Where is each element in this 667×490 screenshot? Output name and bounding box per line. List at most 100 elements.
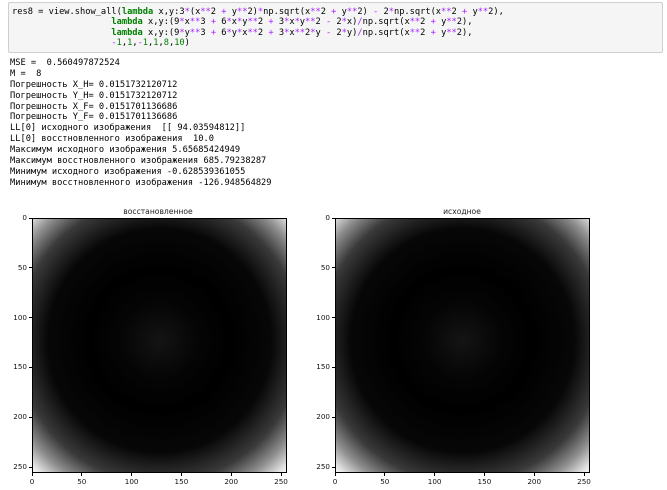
x-tick-label: 100 [427,477,442,486]
image-restored [32,218,287,473]
subplot-title-original: исходное [443,207,481,216]
code-token: y [336,7,347,17]
output-line: LL[0] восстновленного изображения 10.0 [10,134,214,145]
code-token: y [435,27,447,38]
y-tick-label: 0 [22,213,27,222]
code-token: 2) [357,7,374,17]
y-tick-label: 50 [320,262,330,272]
y-tick-mark [332,217,335,219]
y-tick-mark [29,217,32,219]
code-token: 6 [216,17,227,28]
code-token: lambda [121,7,154,17]
x-tick-mark [533,473,535,476]
code-token: ** [247,17,258,28]
output-line: MSE = 0.560497872524 [10,58,120,68]
output-line: Погрешность Y_H= 0.0151732120712 [10,90,178,101]
output-line: LL[0] исходного изображения [[ 94.035948… [10,123,246,134]
code-token: ** [409,27,421,38]
x-tick-mark [583,473,585,476]
output-line: Погрешность X_H= 0.0151732120712 [10,79,178,90]
y-tick-label: 200 [316,412,330,422]
code-token: y [467,7,478,17]
image-restored-pixels [33,219,286,472]
code-token: 2 [257,27,269,38]
code-token: 2) [247,7,258,17]
image-original-pixels [336,219,589,472]
code-token: ** [346,7,358,17]
code-token: ** [477,7,489,17]
code-token: ** [294,27,306,38]
image-original [335,218,590,473]
y-tick-mark [29,317,32,319]
code-token: 2 [315,17,326,28]
code-line: res8 = view.show_all(lambda x,y:3*(x**2 … [12,7,662,17]
code-token: ) [184,38,190,49]
x-tick-label: 250 [274,477,288,486]
y-tick-label: 200 [13,412,27,422]
code-token: np.sqrt(x [393,7,442,17]
x-tick-label: 50 [77,477,87,486]
code-token: ** [189,27,201,38]
output-line: Минимум восстновленного изображения -126… [10,177,272,188]
code-token: ** [409,17,421,28]
x-tick-mark [384,473,386,476]
y-tick-mark [332,416,335,418]
code-token: ** [446,27,457,38]
code-token: 2), [456,27,473,38]
code-token: np.sqrt(x [263,7,311,17]
x-tick-label: 0 [29,477,35,486]
x-tick-label: 150 [174,477,189,486]
x-tick-label: 0 [332,477,338,486]
subplot-title-restored: восстановленное [123,207,193,216]
y-tick-mark [29,366,32,368]
x-tick-mark [334,473,336,476]
code-token: 2 [451,7,462,17]
y-tick-label: 150 [316,362,330,372]
y-tick-mark [29,416,32,418]
x-tick-mark [434,473,436,476]
output-line: Погрешность Y_F= 0.0151701136686 [10,112,178,123]
code-token: 6 [216,27,227,38]
y-tick-label: 100 [316,312,330,322]
cell-output: MSE = 0.560497872524 M = 8 Погрешность X_H… [10,58,660,189]
x-tick-label: 250 [577,477,591,486]
code-line: lambda x,y:(9*y**3 + 6*y*x**2 + 3*x**2*y… [12,28,662,38]
output-line: Минимум исходного изображения -0.6285393… [10,166,246,177]
code-token: 2 [331,17,342,28]
y-tick-mark [29,267,32,269]
code-token: ** [236,7,248,17]
figure-output: восстановленное исходное 0 50 100 150 200 250… [0,205,667,490]
x-tick-mark [180,473,182,476]
code-token: y [226,7,237,17]
code-token: 2 [420,27,431,38]
x-tick-mark [483,473,485,476]
code-token: res8 = view.show_all( [12,7,122,17]
y-tick-label: 0 [325,213,330,222]
code-token: 2 [210,7,222,17]
y-tick-label: 50 [17,262,27,272]
y-tick-mark [332,267,335,269]
output-line: Погрешность X_F= 0.0151701136686 [10,101,178,112]
x-tick-label: 200 [527,477,542,486]
x-tick-mark [230,473,232,476]
y-tick-label: 150 [13,362,27,372]
code-line: -1,1,-1,1,8,10) [12,38,662,48]
output-line: Максимум восстновленного изображения 685… [10,156,267,167]
x-tick-label: 200 [224,477,239,486]
x-tick-label: 100 [124,477,139,486]
code-token: y [315,27,326,38]
y-tick-mark [332,317,335,319]
code-token: ** [305,17,316,28]
code-token: 3 [200,17,211,28]
code-token: x,y:(9 [142,27,180,38]
code-token: ** [200,7,211,17]
x-tick-label: 150 [477,477,492,486]
code-cell-input[interactable]: res8 = view.show_all(lambda x,y:3*(x**2 … [8,2,663,53]
code-token: 2 [257,17,269,28]
code-token: 2), [456,17,473,28]
x-tick-label: 50 [380,477,390,486]
code-token: y) [346,27,358,38]
code-token: ** [189,17,201,28]
